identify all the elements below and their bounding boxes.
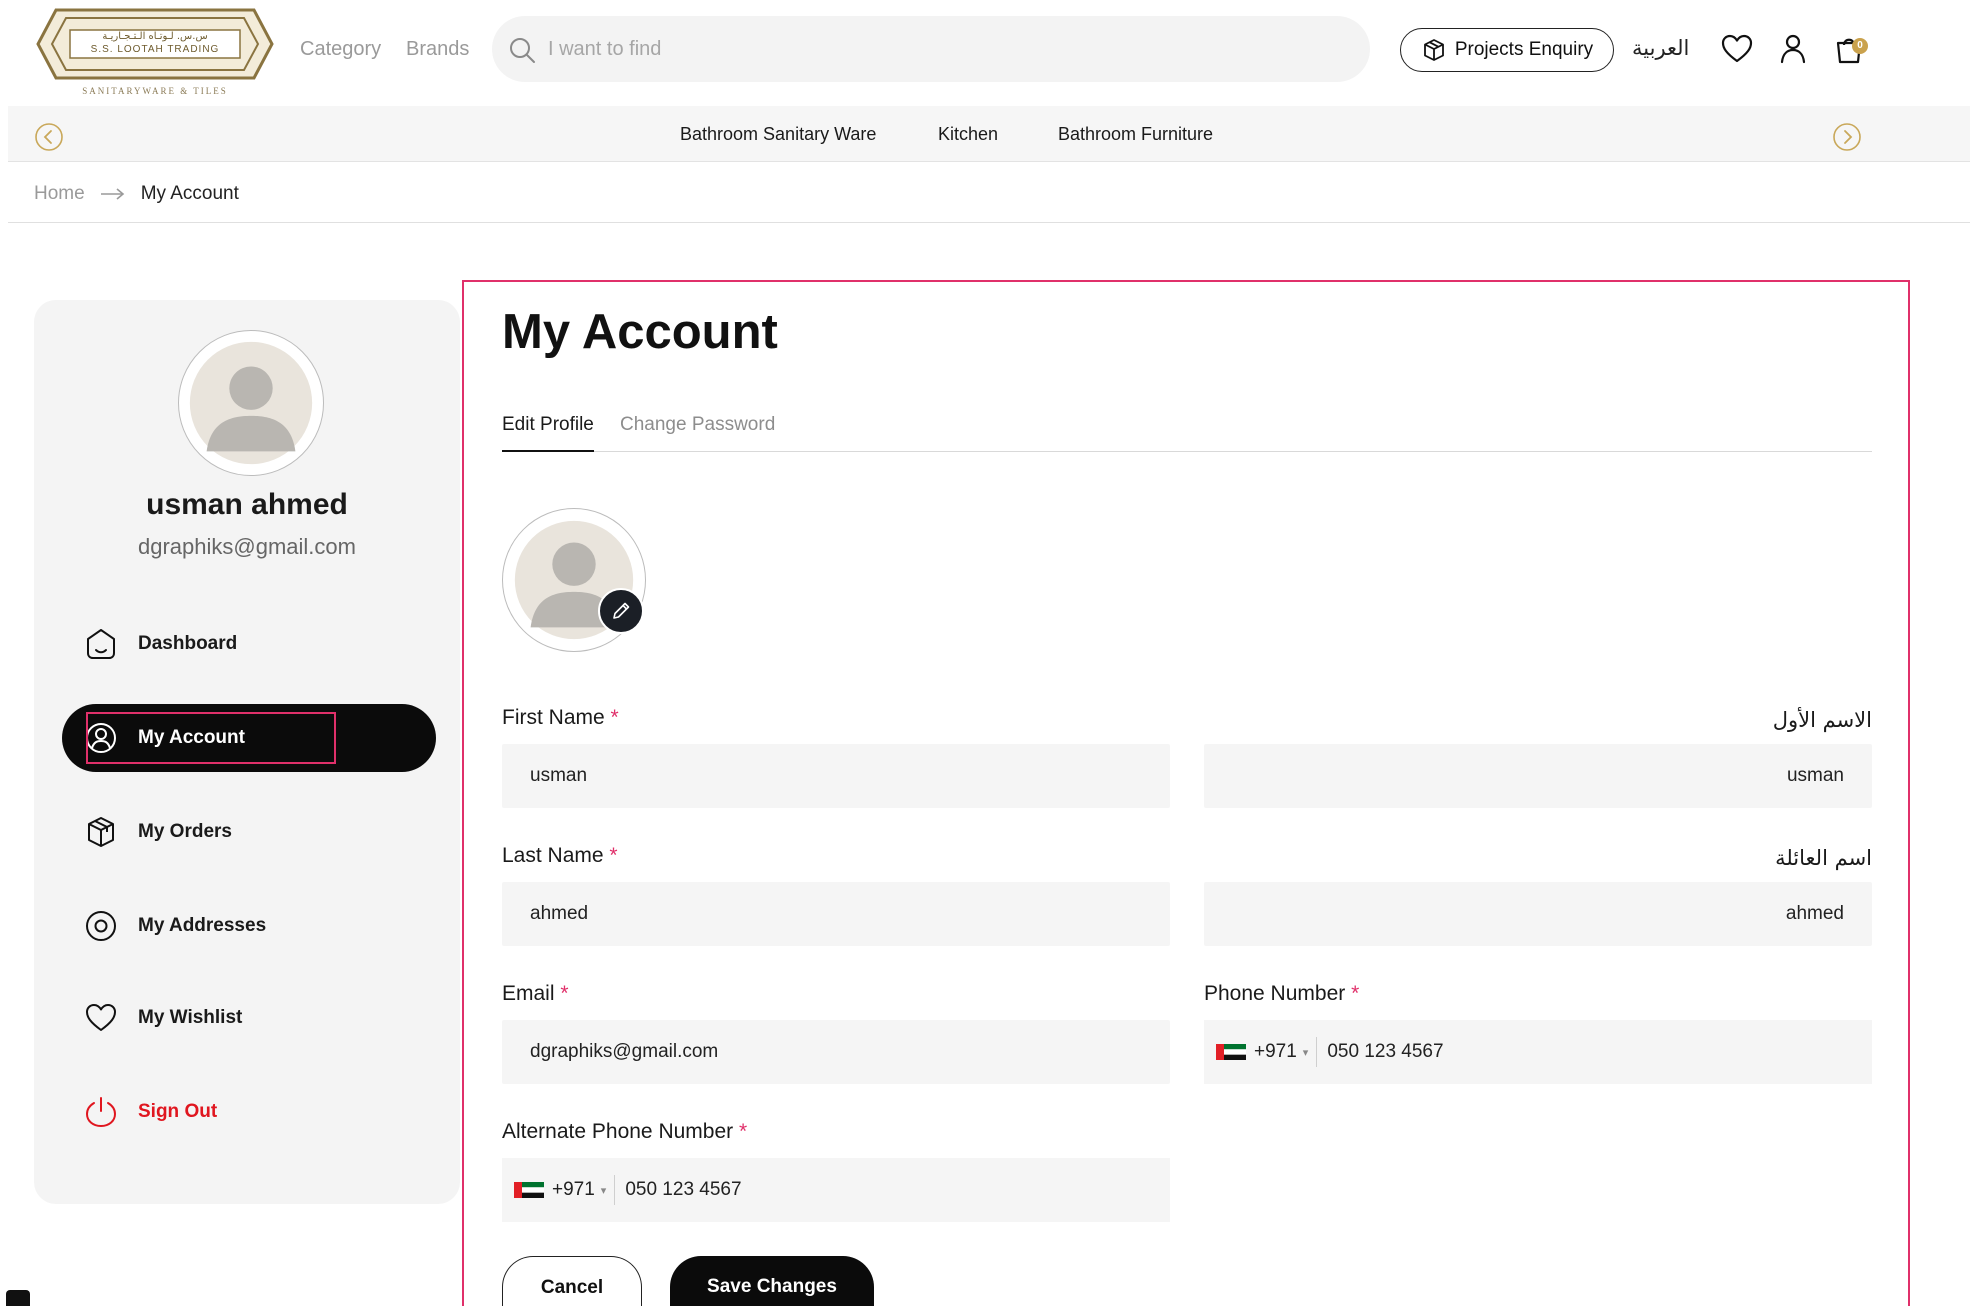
chevron-right-icon[interactable] <box>1832 122 1862 152</box>
logo[interactable]: س.س. لـوتـاه الـتـجـاريـة S.S. LOOTAH TR… <box>36 8 274 98</box>
account-main-panel: My Account Edit Profile Change Password … <box>462 280 1910 1306</box>
user-name: usman ahmed <box>146 488 348 521</box>
phone-separator <box>1316 1037 1318 1067</box>
search-icon[interactable] <box>508 36 536 64</box>
save-changes-button[interactable]: Save Changes <box>670 1256 874 1306</box>
chevron-left-icon[interactable] <box>34 122 64 152</box>
nav-brands[interactable]: Brands <box>406 38 469 61</box>
first-name-label: First Name * <box>502 706 619 730</box>
projects-enquiry-label: Projects Enquiry <box>1454 39 1594 60</box>
heart-icon <box>86 1004 116 1031</box>
sidebar-item-label: My Wishlist <box>138 1007 243 1028</box>
required-mark: * <box>609 844 618 867</box>
user-email: dgraphiks@gmail.com <box>138 534 356 559</box>
sidebar-item-dashboard[interactable]: Dashboard <box>62 610 436 678</box>
nav-category[interactable]: Category <box>300 38 381 61</box>
sidebar-item-my-wishlist[interactable]: My Wishlist <box>62 984 436 1052</box>
category-bar: Bathroom Sanitary Ware Kitchen Bathroom … <box>8 106 1970 162</box>
sidebar-item-label: Dashboard <box>138 633 238 654</box>
sidebar-item-label: My Orders <box>138 821 232 842</box>
home-icon <box>87 629 115 659</box>
profile-tabs: Edit Profile Change Password <box>502 414 1872 452</box>
phone-label-text: Phone Number <box>1204 982 1346 1005</box>
category-link-bathroom-furniture[interactable]: Bathroom Furniture <box>1058 124 1213 145</box>
alt-phone-input[interactable] <box>625 1179 1126 1201</box>
last-name-field[interactable] <box>502 882 1170 946</box>
alt-phone-field: +971 ▾ <box>502 1158 1170 1222</box>
logo-english-text: S.S. LOOTAH TRADING <box>90 44 220 55</box>
arrow-right-icon <box>100 188 124 200</box>
alt-phone-label-text: Alternate Phone Number <box>502 1120 734 1143</box>
first-name-ar-field[interactable] <box>1204 744 1872 808</box>
language-switch[interactable]: العربية <box>1632 36 1689 60</box>
required-mark: * <box>610 706 619 729</box>
sidebar-item-my-orders[interactable]: My Orders <box>62 798 436 866</box>
sidebar-item-label: Sign Out <box>138 1101 218 1122</box>
last-name-ar-field[interactable] <box>1204 882 1872 946</box>
phone-label: Phone Number * <box>1204 982 1359 1006</box>
sidebar-item-label: My Account <box>138 727 245 748</box>
user-circle-icon <box>86 723 116 753</box>
first-name-field[interactable] <box>502 744 1170 808</box>
category-link-kitchen[interactable]: Kitchen <box>938 124 998 145</box>
cancel-button[interactable]: Cancel <box>502 1256 642 1306</box>
required-mark: * <box>738 1120 748 1143</box>
breadcrumb-divider <box>8 222 1970 223</box>
avatar-placeholder-icon <box>189 341 313 465</box>
box-icon <box>88 817 114 847</box>
last-name-ar-label: اسم العائلة <box>1775 846 1872 870</box>
required-mark: * <box>1351 982 1360 1005</box>
uae-flag-icon <box>1216 1044 1246 1060</box>
alt-phone-label: Alternate Phone Number * <box>502 1120 747 1144</box>
wishlist-heart-icon[interactable] <box>1720 32 1754 66</box>
user-icon[interactable] <box>1776 32 1810 66</box>
breadcrumb: Home My Account <box>34 182 239 206</box>
country-code-select[interactable]: +971 <box>552 1179 595 1201</box>
pencil-icon <box>613 602 630 619</box>
tab-change-password[interactable]: Change Password <box>620 414 775 452</box>
tab-edit-profile[interactable]: Edit Profile <box>502 414 594 452</box>
page-title: My Account <box>502 305 778 359</box>
breadcrumb-home[interactable]: Home <box>34 183 85 205</box>
logo-tagline: SANITARYWARE & TILES <box>82 86 228 96</box>
phone-input[interactable] <box>1327 1041 1828 1063</box>
cart-count-badge: 0 <box>1852 38 1868 54</box>
chevron-down-icon[interactable]: ▾ <box>601 1184 607 1197</box>
phone-field: +971 ▾ <box>1204 1020 1872 1084</box>
first-name-ar-label: الاسم الأول <box>1772 708 1872 732</box>
last-name-label: Last Name * <box>502 844 618 868</box>
sidebar-item-sign-out[interactable]: Sign Out <box>62 1078 436 1146</box>
avatar <box>178 330 324 476</box>
category-link-bathroom-sanitary-ware[interactable]: Bathroom Sanitary Ware <box>680 124 876 145</box>
phone-separator <box>614 1175 616 1205</box>
sidebar-item-my-addresses[interactable]: My Addresses <box>62 892 436 960</box>
account-sidebar: usman ahmed dgraphiks@gmail.com Dashboar… <box>34 300 460 1204</box>
logo-arabic-text: س.س. لـوتـاه الـتـجـاريـة <box>102 31 208 42</box>
sidebar-item-label: My Addresses <box>138 915 267 936</box>
email-field[interactable] <box>502 1020 1170 1084</box>
location-icon <box>86 911 116 941</box>
site-header: س.س. لـوتـاه الـتـجـاريـة S.S. LOOTAH TR… <box>0 0 1978 104</box>
projects-enquiry-button[interactable]: Projects Enquiry <box>1400 28 1614 72</box>
search-bar <box>492 16 1370 82</box>
email-label-text: Email <box>502 982 555 1005</box>
required-mark: * <box>560 982 569 1005</box>
power-icon <box>85 1097 117 1128</box>
last-name-label-text: Last Name <box>502 844 604 867</box>
first-name-label-text: First Name <box>502 706 605 729</box>
country-code-select[interactable]: +971 <box>1254 1041 1297 1063</box>
edit-avatar-button[interactable] <box>598 588 644 634</box>
box-icon <box>1423 39 1444 61</box>
search-input[interactable] <box>548 16 1348 82</box>
sidebar-item-my-account[interactable]: My Account <box>62 704 436 772</box>
chevron-down-icon[interactable]: ▾ <box>1303 1046 1309 1059</box>
email-label: Email * <box>502 982 569 1006</box>
uae-flag-icon <box>514 1182 544 1198</box>
breadcrumb-current: My Account <box>140 183 239 204</box>
corner-widget <box>6 1290 30 1306</box>
